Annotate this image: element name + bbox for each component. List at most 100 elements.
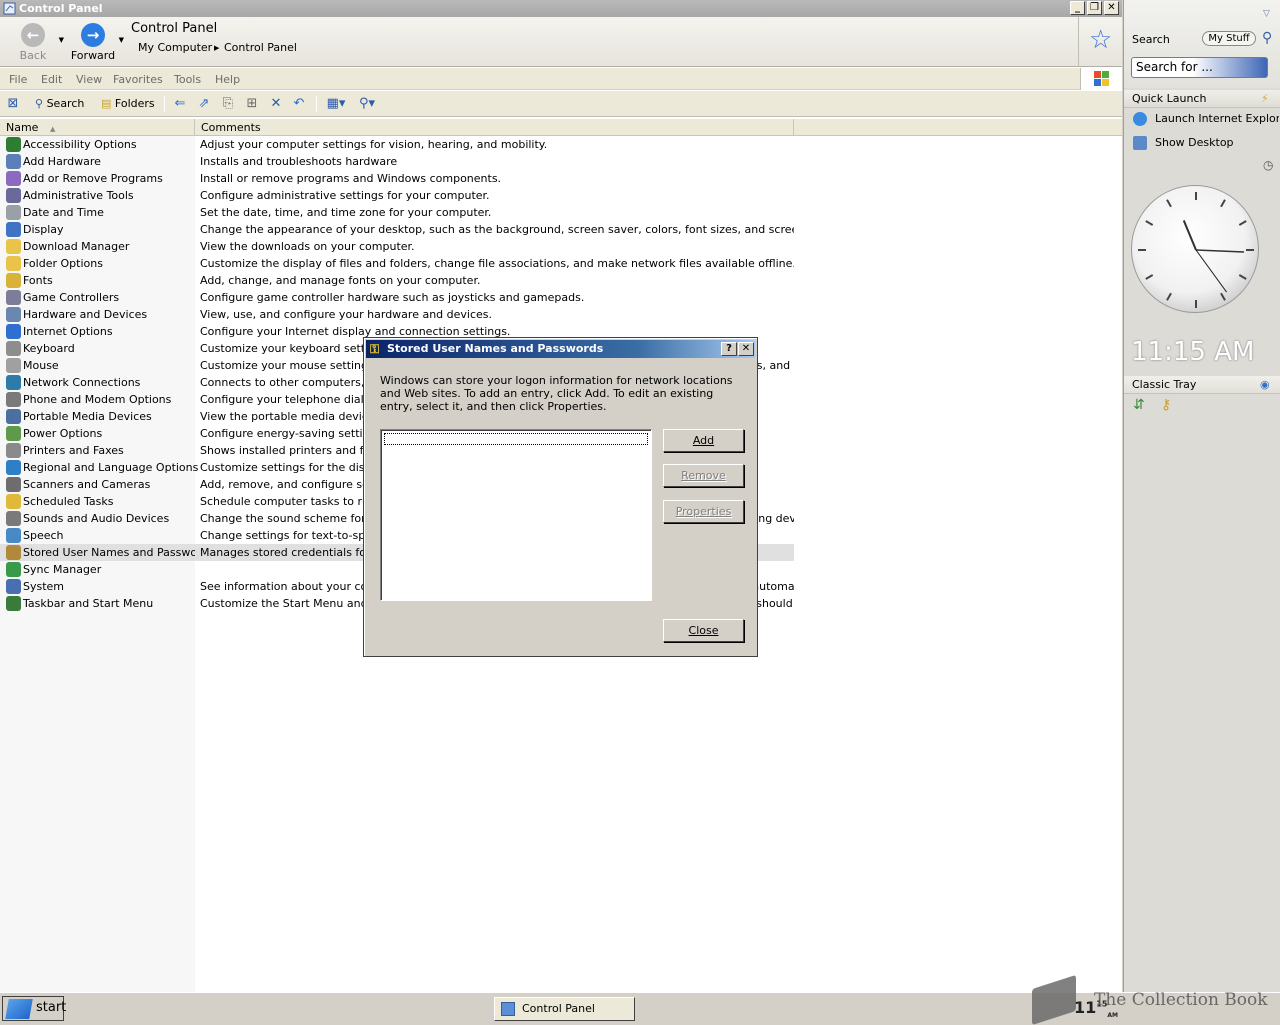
item-name: System bbox=[23, 580, 65, 593]
menu-edit[interactable]: Edit bbox=[41, 73, 62, 86]
undo-icon[interactable]: ↶ bbox=[290, 95, 308, 113]
applet-icon bbox=[6, 375, 21, 390]
column-name[interactable]: Name ▲ bbox=[0, 119, 195, 136]
dialog-description: Windows can store your logon information… bbox=[380, 374, 733, 413]
menu-view[interactable]: View bbox=[76, 73, 102, 86]
item-name: Keyboard bbox=[23, 342, 75, 355]
breadcrumb-control-panel[interactable]: Control Panel bbox=[224, 41, 297, 54]
lightning-icon[interactable]: ⚡ bbox=[1261, 90, 1269, 108]
delete-icon[interactable]: ✕ bbox=[267, 95, 285, 113]
copy-to-icon[interactable]: ⎘ bbox=[219, 95, 237, 113]
applet-icon bbox=[6, 392, 21, 407]
item-name: Sync Manager bbox=[23, 563, 102, 576]
clock-tick bbox=[1238, 274, 1247, 280]
clock-tick bbox=[1166, 199, 1172, 208]
favorites-star-icon[interactable]: ☆ bbox=[1089, 27, 1112, 53]
applet-icon bbox=[6, 358, 21, 373]
sidebar-search-panel: ▽ Search My Stuff ⚲ Search for ... bbox=[1124, 0, 1280, 88]
favorites-area: ☆ bbox=[1078, 17, 1122, 67]
search-icon: ⚲ bbox=[35, 97, 44, 110]
launch-ie-item[interactable]: Launch Internet Explorer Browser bbox=[1131, 110, 1279, 128]
clock-settings-icon[interactable]: ◷ bbox=[1263, 158, 1273, 172]
zoom-icon[interactable]: ⚲▾ bbox=[354, 95, 380, 113]
applet-icon bbox=[6, 171, 21, 186]
restore-button[interactable]: ❐ bbox=[1087, 1, 1102, 15]
up-folder-icon[interactable]: ⇐ bbox=[171, 95, 189, 113]
list-item[interactable]: Accessibility Options Adjust your compute… bbox=[0, 136, 800, 153]
list-item[interactable]: Download Manager View the downloads on yo… bbox=[0, 238, 800, 255]
clock-tick bbox=[1145, 220, 1154, 226]
list-item[interactable]: Date and Time Set the date, time, and tim… bbox=[0, 204, 800, 221]
chevron-down-icon[interactable]: ▼ bbox=[119, 36, 124, 44]
my-stuff-button[interactable]: My Stuff bbox=[1202, 31, 1256, 46]
start-button[interactable]: start bbox=[2, 996, 66, 1021]
item-name: Internet Options bbox=[23, 325, 113, 338]
keys-tray-icon[interactable]: ⚷ bbox=[1161, 397, 1171, 413]
applet-icon bbox=[6, 154, 21, 169]
sidebar-collapse-icon[interactable]: ▽ bbox=[1263, 9, 1270, 19]
search-button[interactable]: ⚲ Search bbox=[35, 95, 84, 113]
window-title-bar[interactable]: Control Panel _ ❐ ✕ bbox=[0, 0, 1122, 17]
dialog-close-x-button[interactable]: ✕ bbox=[738, 342, 754, 356]
add-button[interactable]: Add bbox=[663, 429, 744, 452]
item-comment: Add, change, and manage fonts on your co… bbox=[200, 274, 481, 287]
list-item[interactable]: Administrative Tools Configure administra… bbox=[0, 187, 800, 204]
digital-clock: 11:15 AM bbox=[1131, 337, 1255, 367]
close-pane-icon[interactable]: ⊠ bbox=[4, 95, 22, 113]
forward-button[interactable]: → Forward ▼ bbox=[70, 23, 124, 62]
sidebar: ▽ Search My Stuff ⚲ Search for ... Quick… bbox=[1123, 0, 1280, 992]
taskbar-item-control-panel[interactable]: Control Panel bbox=[494, 997, 635, 1021]
list-item[interactable]: Fonts Add, change, and manage fonts on yo… bbox=[0, 272, 800, 289]
quick-launch-label: Quick Launch bbox=[1132, 92, 1207, 105]
column-header: Name ▲ Comments bbox=[0, 119, 1122, 136]
chevron-down-icon[interactable]: ▼ bbox=[59, 36, 64, 44]
dialog-help-button[interactable]: ? bbox=[721, 342, 737, 356]
applet-icon bbox=[6, 239, 21, 254]
credentials-list[interactable] bbox=[380, 429, 652, 601]
list-item[interactable]: Add or Remove Programs Install or remove … bbox=[0, 170, 800, 187]
move-to-icon[interactable]: ⇗ bbox=[195, 95, 213, 113]
clock-tick bbox=[1145, 274, 1154, 280]
menu-file[interactable]: File bbox=[9, 73, 27, 86]
back-button[interactable]: ← Back ▼ bbox=[10, 23, 64, 62]
close-button[interactable]: ✕ bbox=[1104, 1, 1119, 15]
clock-tick bbox=[1220, 199, 1226, 208]
sidebar-search-input[interactable]: Search for ... bbox=[1131, 57, 1268, 78]
dialog-title-bar[interactable]: ⚿ Stored User Names and Passwords ? ✕ bbox=[366, 340, 755, 358]
menu-favorites[interactable]: Favorites bbox=[113, 73, 163, 86]
network-tray-icon[interactable]: ⇵ bbox=[1133, 397, 1145, 413]
list-item[interactable]: Game Controllers Configure game controlle… bbox=[0, 289, 800, 306]
applet-icon bbox=[6, 596, 21, 611]
item-name: Folder Options bbox=[23, 257, 103, 270]
menu-tools[interactable]: Tools bbox=[174, 73, 201, 86]
folders-label: Folders bbox=[114, 97, 155, 110]
column-comments[interactable]: Comments bbox=[195, 119, 794, 136]
tray-options-icon[interactable]: ◉ bbox=[1260, 376, 1270, 394]
list-item[interactable]: Add Hardware Installs and troubleshoots h… bbox=[0, 153, 800, 170]
paste-icon[interactable]: ⊞ bbox=[243, 95, 261, 113]
menu-help[interactable]: Help bbox=[215, 73, 240, 86]
list-item[interactable]: Display Change the appearance of your des… bbox=[0, 221, 800, 238]
applet-icon bbox=[6, 579, 21, 594]
minimize-button[interactable]: _ bbox=[1070, 1, 1085, 15]
list-item[interactable]: Folder Options Customize the display of f… bbox=[0, 255, 800, 272]
item-name: Date and Time bbox=[23, 206, 104, 219]
show-desktop-icon bbox=[1133, 136, 1147, 150]
dialog-title: Stored User Names and Passwords bbox=[387, 342, 604, 355]
search-icon[interactable]: ⚲ bbox=[1262, 30, 1272, 46]
folders-button[interactable]: ▤ Folders bbox=[101, 95, 155, 113]
show-desktop-item[interactable]: Show Desktop bbox=[1131, 134, 1279, 152]
watermark: 1115AM The Collection Book bbox=[1030, 974, 1280, 1025]
list-item[interactable]: Hardware and Devices View, use, and confi… bbox=[0, 306, 800, 323]
watermark-text: The Collection Book bbox=[1094, 990, 1268, 1010]
close-dialog-button[interactable]: Close bbox=[663, 619, 744, 642]
item-name: Portable Media Devices bbox=[23, 410, 152, 423]
item-comment: Configure game controller hardware such … bbox=[200, 291, 585, 304]
item-name: Download Manager bbox=[23, 240, 130, 253]
clock-dial bbox=[1138, 192, 1254, 308]
quick-launch-header: Quick Launch ⚡ bbox=[1124, 90, 1280, 108]
classic-tray-header: Classic Tray ◉ bbox=[1124, 376, 1280, 394]
views-icon[interactable]: ▦▾ bbox=[323, 95, 349, 113]
item-name: Display bbox=[23, 223, 64, 236]
breadcrumb-my-computer[interactable]: My Computer bbox=[138, 41, 212, 54]
